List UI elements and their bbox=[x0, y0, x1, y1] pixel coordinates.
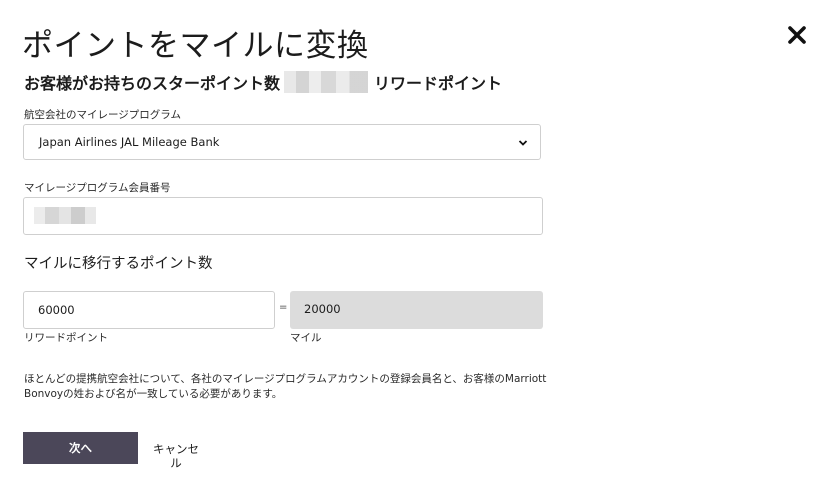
balance-value-redacted bbox=[284, 71, 369, 93]
page-title: ポイントをマイルに変換 bbox=[22, 28, 369, 64]
close-icon bbox=[788, 26, 806, 44]
miles-output-value: 20000 bbox=[304, 302, 341, 316]
equals-sign: = bbox=[279, 302, 288, 313]
airline-label: 航空会社のマイレージプログラム bbox=[24, 109, 181, 121]
close-button[interactable] bbox=[782, 20, 812, 50]
convert-points-modal: ポイントをマイルに変換 お客様がお持ちのスターポイント数 リワードポイント 航空… bbox=[0, 0, 832, 484]
points-unit-label: リワードポイント bbox=[24, 332, 108, 344]
points-input[interactable]: 60000 bbox=[23, 291, 275, 329]
next-button[interactable]: 次へ bbox=[23, 432, 138, 464]
chevron-down-icon bbox=[518, 140, 528, 146]
member-number-label: マイレージプログラム会員番号 bbox=[24, 182, 171, 194]
name-match-notice: ほとんどの提携航空会社について、各社のマイレージプログラムアカウントの登録会員名… bbox=[24, 373, 547, 400]
balance-suffix: リワードポイント bbox=[374, 74, 503, 93]
member-number-redacted bbox=[34, 207, 96, 224]
points-balance: お客様がお持ちのスターポイント数 リワードポイント bbox=[24, 70, 502, 94]
points-input-value: 60000 bbox=[38, 303, 75, 317]
member-number-input[interactable] bbox=[23, 197, 543, 235]
balance-prefix: お客様がお持ちのスターポイント数 bbox=[24, 74, 281, 93]
transfer-heading: マイルに移行するポイント数 bbox=[24, 256, 213, 272]
airline-select[interactable]: Japan Airlines JAL Mileage Bank bbox=[23, 124, 541, 160]
airline-select-value: Japan Airlines JAL Mileage Bank bbox=[39, 135, 220, 149]
miles-output: 20000 bbox=[290, 291, 543, 329]
cancel-link[interactable]: キャンセル bbox=[150, 442, 202, 470]
miles-unit-label: マイル bbox=[290, 332, 322, 344]
